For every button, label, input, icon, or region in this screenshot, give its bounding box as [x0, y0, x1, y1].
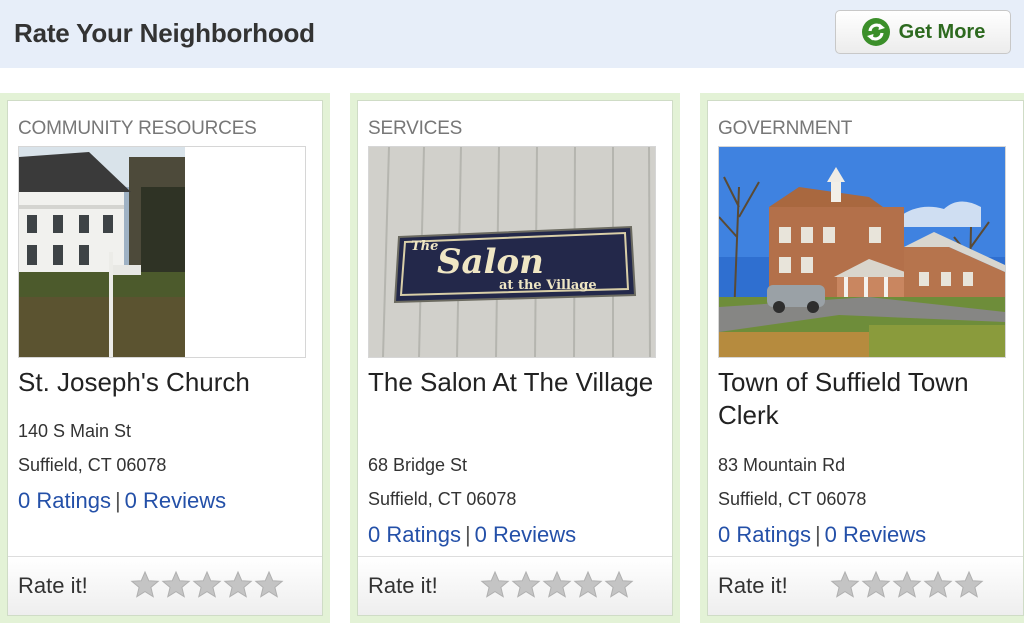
church-photo — [19, 147, 305, 357]
svg-text:at the Village: at the Village — [499, 278, 597, 293]
place-card: SERVICES The Salon at the Village The Sa… — [350, 93, 680, 623]
rate-footer: Rate it! — [708, 556, 1023, 615]
star-rating[interactable] — [130, 570, 284, 600]
category-label: GOVERNMENT — [718, 118, 853, 139]
star-icon[interactable] — [861, 570, 891, 600]
place-card: COMMUNITY RESOURCES St. Joseph's Church … — [0, 93, 330, 623]
place-photo — [718, 146, 1006, 358]
ratings-link[interactable]: 0 Ratings — [368, 522, 461, 547]
svg-text:Salon: Salon — [437, 242, 544, 282]
category-label: SERVICES — [368, 118, 463, 139]
place-photo — [18, 146, 306, 358]
street-address: 140 S Main St — [18, 421, 132, 441]
star-icon[interactable] — [480, 570, 510, 600]
get-more-button[interactable]: Get More — [835, 10, 1011, 54]
rate-it-label: Rate it! — [18, 573, 88, 598]
rate-footer: Rate it! — [8, 556, 322, 615]
rate-it-label: Rate it! — [368, 573, 438, 598]
star-icon[interactable] — [604, 570, 634, 600]
star-icon[interactable] — [573, 570, 603, 600]
refresh-icon — [861, 18, 890, 46]
ratings-link[interactable]: 0 Ratings — [18, 488, 111, 513]
star-icon[interactable] — [130, 570, 160, 600]
place-name: Town of Suffield Town Clerk — [718, 367, 969, 430]
svg-text:The: The — [411, 239, 438, 254]
star-icon[interactable] — [254, 570, 284, 600]
ratings-reviews-links: 0 Ratings | 0 Reviews — [368, 522, 577, 547]
star-icon[interactable] — [223, 570, 253, 600]
town-hall-photo — [719, 147, 1005, 357]
city-state-zip: Suffield, CT 06078 — [718, 489, 867, 509]
ratings-reviews-links: 0 Ratings | 0 Reviews — [18, 488, 227, 513]
star-icon[interactable] — [830, 570, 860, 600]
reviews-link[interactable]: 0 Reviews — [475, 522, 576, 547]
reviews-link[interactable]: 0 Reviews — [825, 522, 926, 547]
get-more-label: Get More — [898, 20, 986, 43]
star-icon[interactable] — [511, 570, 541, 600]
page-title: Rate Your Neighborhood — [14, 18, 315, 48]
street-address: 68 Bridge St — [368, 455, 468, 475]
street-address: 83 Mountain Rd — [718, 455, 846, 475]
ratings-link[interactable]: 0 Ratings — [718, 522, 811, 547]
place-card: GOVERNMENT Town of Suffield Town Clerk 8… — [700, 93, 1024, 623]
city-state-zip: Suffield, CT 06078 — [18, 455, 167, 475]
reviews-link[interactable]: 0 Reviews — [125, 488, 226, 513]
place-name: The Salon At The Village — [368, 367, 654, 397]
salon-sign-photo: The Salon at the Village — [369, 147, 655, 357]
star-icon[interactable] — [542, 570, 572, 600]
star-icon[interactable] — [192, 570, 222, 600]
star-rating[interactable] — [480, 570, 634, 600]
header-bar: Rate Your Neighborhood Get More — [0, 0, 1024, 68]
ratings-reviews-links: 0 Ratings | 0 Reviews — [718, 522, 927, 547]
star-rating[interactable] — [830, 570, 984, 600]
star-icon[interactable] — [923, 570, 953, 600]
star-icon[interactable] — [161, 570, 191, 600]
city-state-zip: Suffield, CT 06078 — [368, 489, 517, 509]
place-photo: The Salon at the Village — [368, 146, 656, 358]
star-icon[interactable] — [892, 570, 922, 600]
place-name: St. Joseph's Church — [18, 367, 250, 397]
star-icon[interactable] — [954, 570, 984, 600]
rate-it-label: Rate it! — [718, 573, 788, 598]
category-label: COMMUNITY RESOURCES — [18, 118, 257, 139]
rate-footer: Rate it! — [358, 556, 672, 615]
